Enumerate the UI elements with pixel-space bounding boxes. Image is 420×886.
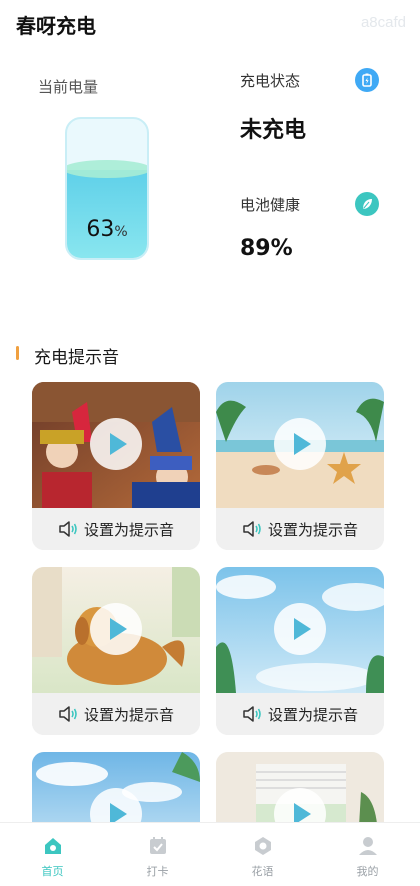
speaker-icon [243, 521, 261, 537]
tab-label: 首页 [41, 865, 64, 878]
battery-health-value: 89% [240, 236, 293, 261]
set-as-ringtone-label: 设置为提示音 [83, 520, 174, 539]
battery-label: 当前电量 [38, 78, 99, 96]
set-as-ringtone-label: 设置为提示音 [83, 705, 174, 724]
battery-percent-text: 63% [67, 217, 147, 242]
play-button[interactable] [274, 418, 326, 470]
tab-profile[interactable]: 我的 [315, 823, 420, 886]
battery-health-label: 电池健康 [240, 196, 301, 214]
play-icon [110, 618, 127, 640]
home-icon [44, 838, 61, 854]
set-as-ringtone-button[interactable]: 设置为提示音 [216, 693, 384, 735]
play-icon [294, 618, 311, 640]
tab-label: 我的 [356, 865, 379, 878]
tab-label: 花语 [251, 865, 274, 878]
set-as-ringtone-button[interactable]: 设置为提示音 [32, 693, 200, 735]
battery-percent: 63 [86, 217, 115, 242]
charge-status-value: 未充电 [240, 118, 307, 143]
watermark-text: a8cafd [360, 14, 406, 31]
play-icon [294, 433, 311, 455]
battery-charging-icon [355, 68, 379, 92]
speaker-icon [243, 706, 261, 722]
set-as-ringtone-label: 设置为提示音 [267, 705, 358, 724]
sound-card: 设置为提示音 [32, 567, 200, 735]
tab-home[interactable]: 首页 [0, 823, 105, 886]
leaf-icon [355, 192, 379, 216]
checkin-calendar-icon [149, 837, 166, 854]
battery-gauge: 63% [65, 117, 149, 260]
sound-card: 设置为提示音 [216, 382, 384, 550]
play-button[interactable] [90, 418, 142, 470]
tab-checkin[interactable]: 打卡 [105, 823, 210, 886]
play-button[interactable] [274, 603, 326, 655]
tab-flower-language[interactable]: 花语 [210, 823, 315, 886]
bottom-tab-bar: 首页 打卡 花语 我的 [0, 822, 420, 886]
set-as-ringtone-button[interactable]: 设置为提示音 [32, 508, 200, 550]
set-as-ringtone-label: 设置为提示音 [267, 520, 358, 539]
flower-icon [254, 837, 271, 855]
app-title: 春呀充电 [16, 14, 96, 38]
user-icon [358, 837, 377, 855]
speaker-icon [59, 521, 77, 537]
speaker-icon [59, 706, 77, 722]
tab-label: 打卡 [146, 865, 169, 878]
battery-wave [67, 160, 147, 179]
play-button[interactable] [90, 603, 142, 655]
battery-percent-unit: % [114, 224, 128, 240]
set-as-ringtone-button[interactable]: 设置为提示音 [216, 508, 384, 550]
sound-card: 设置为提示音 [32, 382, 200, 550]
battery-fill [67, 160, 147, 258]
section-title: 充电提示音 [34, 348, 119, 368]
play-icon [110, 433, 127, 455]
section-accent-bar [16, 346, 19, 360]
sound-card: 设置为提示音 [216, 567, 384, 735]
charge-status-label: 充电状态 [240, 72, 301, 90]
